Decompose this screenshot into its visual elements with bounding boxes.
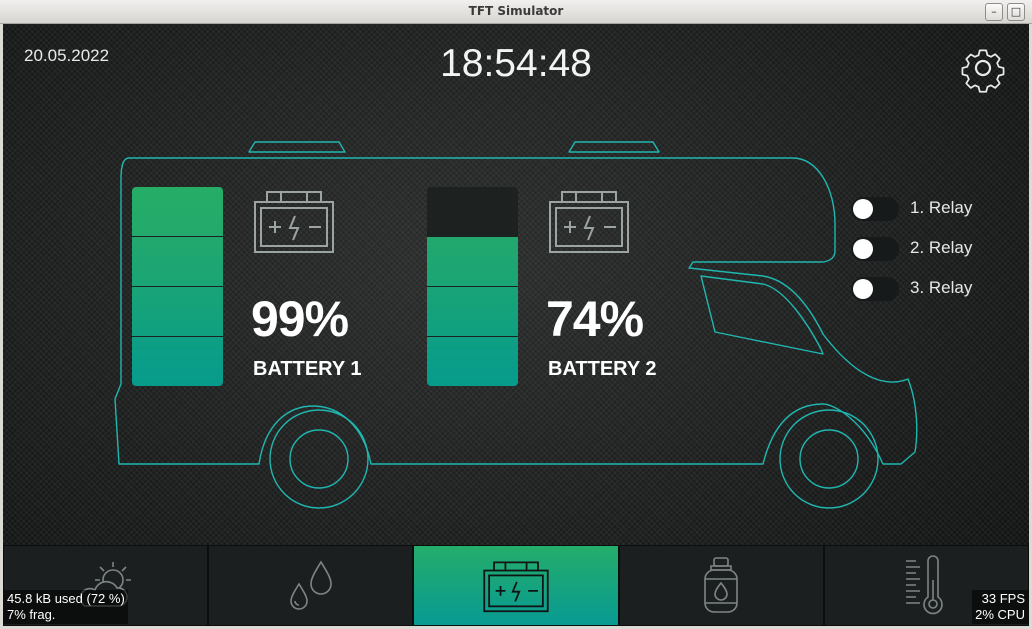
relay-1[interactable]: 1. Relay bbox=[851, 197, 981, 221]
relay-1-label: 1. Relay bbox=[910, 198, 973, 217]
nav-tab-battery[interactable] bbox=[413, 545, 619, 626]
minimize-button[interactable]: – bbox=[985, 3, 1003, 21]
memory-used-label: 45.8 kB used (72 %) bbox=[7, 591, 125, 606]
app-screen: 20.05.2022 18:54:48 99% BATTERY 1 74% BA… bbox=[3, 24, 1029, 626]
water-drops-icon bbox=[289, 559, 332, 610]
battery-2-level-bar bbox=[427, 187, 518, 386]
thermometer-icon bbox=[906, 554, 944, 614]
nav-tab-water[interactable] bbox=[208, 545, 414, 626]
battery-2-label: BATTERY 2 bbox=[548, 358, 657, 380]
toggle-knob bbox=[853, 239, 873, 259]
relay-3-toggle[interactable] bbox=[851, 277, 899, 301]
relay-3-label: 3. Relay bbox=[910, 278, 973, 297]
battery-1-percent: 99% bbox=[251, 291, 349, 347]
fps-label: 33 FPS bbox=[981, 591, 1025, 606]
memory-stats: 45.8 kB used (72 %) 7% frag. bbox=[4, 590, 128, 624]
relay-2[interactable]: 2. Relay bbox=[851, 237, 981, 261]
relay-3[interactable]: 3. Relay bbox=[851, 277, 981, 301]
toggle-knob bbox=[853, 199, 873, 219]
memory-frag-label: 7% frag. bbox=[7, 607, 56, 622]
battery-2-icon bbox=[549, 191, 629, 253]
battery-2-percent: 74% bbox=[546, 291, 644, 347]
roof-vent-right bbox=[568, 141, 660, 153]
cpu-label: 2% CPU bbox=[975, 607, 1025, 622]
battery-1-label: BATTERY 1 bbox=[253, 358, 362, 380]
window-title: TFT Simulator bbox=[468, 4, 564, 18]
gas-bottle-icon bbox=[704, 556, 738, 613]
roof-vent-left bbox=[248, 141, 346, 153]
performance-stats: 33 FPS 2% CPU bbox=[972, 590, 1028, 624]
relay-1-toggle[interactable] bbox=[851, 197, 899, 221]
nav-tab-gas[interactable] bbox=[618, 545, 824, 626]
window-titlebar: TFT Simulator – □ bbox=[0, 0, 1032, 24]
relay-2-toggle[interactable] bbox=[851, 237, 899, 261]
bottom-nav bbox=[3, 545, 1029, 626]
toggle-knob bbox=[853, 279, 873, 299]
battery-1-icon bbox=[254, 191, 334, 253]
battery-1-level-bar bbox=[132, 187, 223, 386]
maximize-button[interactable]: □ bbox=[1007, 3, 1025, 21]
battery-icon bbox=[483, 561, 549, 612]
relay-2-label: 2. Relay bbox=[910, 238, 973, 257]
